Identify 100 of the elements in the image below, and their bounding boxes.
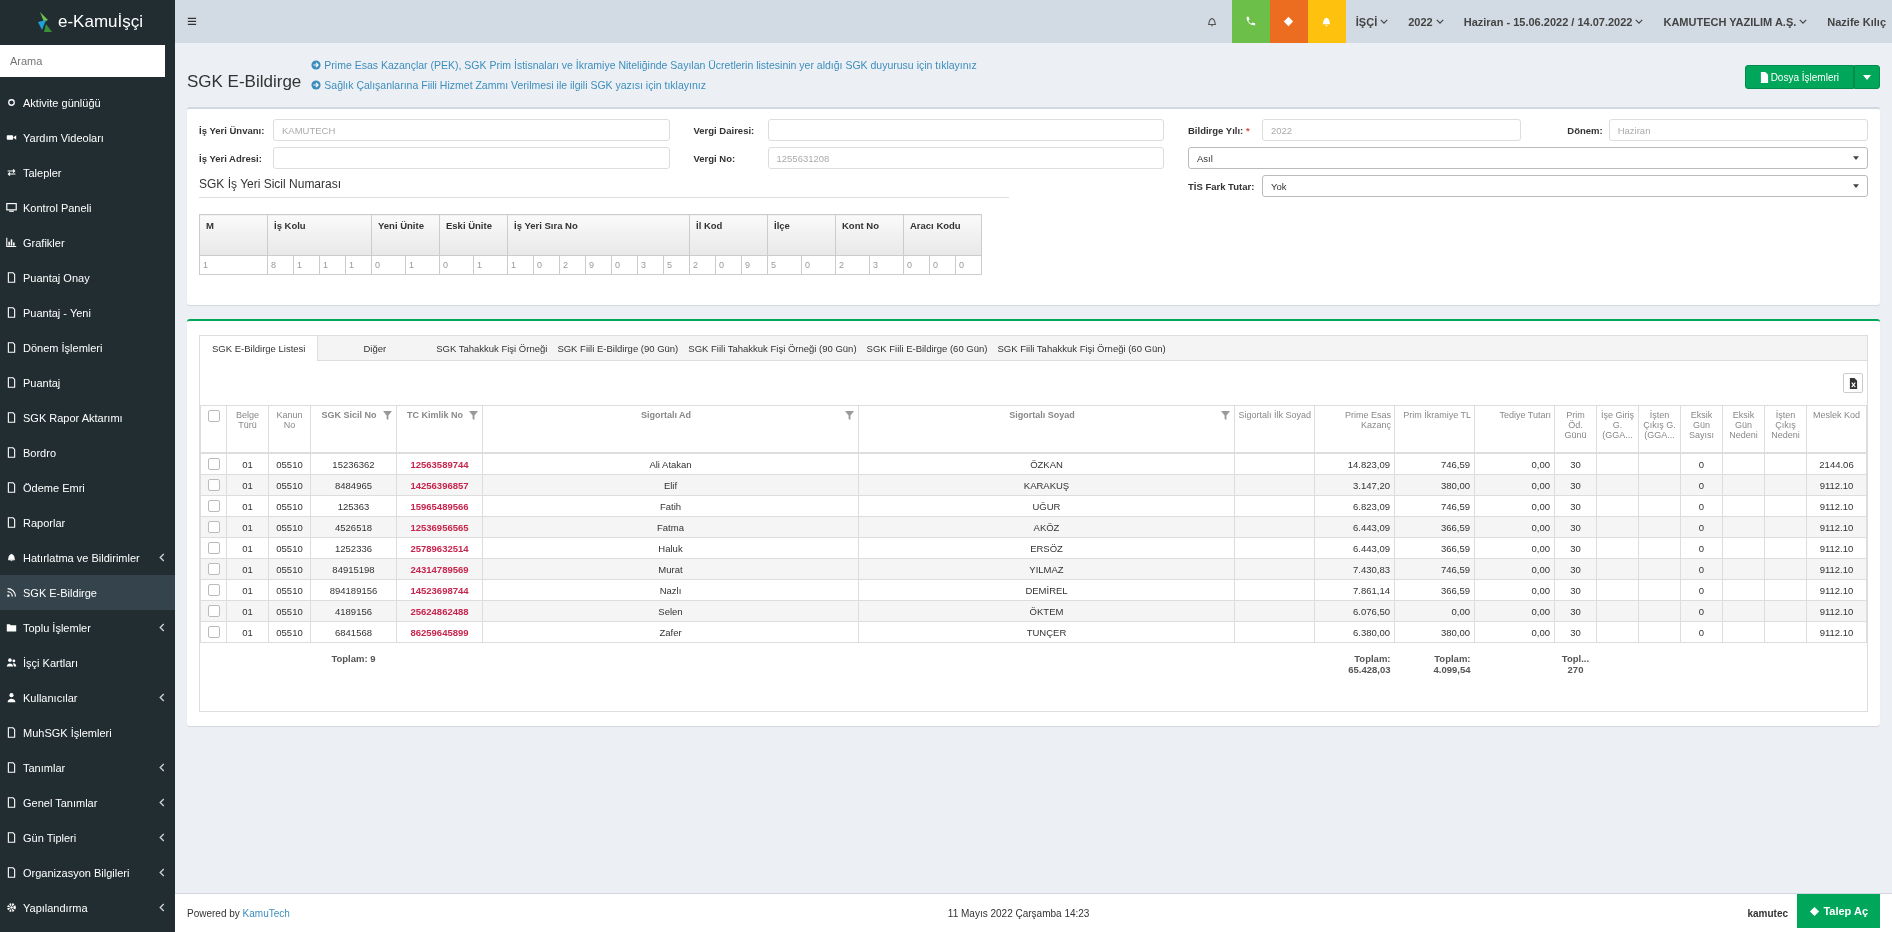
topbar-dropdown[interactable]: İŞÇİ bbox=[1345, 0, 1399, 43]
period-field[interactable]: Haziran bbox=[1608, 119, 1868, 141]
table-cell: 01 bbox=[242, 605, 253, 617]
caret-icon bbox=[1799, 19, 1808, 24]
column-header[interactable]: Belge Türü bbox=[226, 405, 269, 453]
topbar-dropdown[interactable]: 2022 bbox=[1398, 0, 1454, 43]
tab[interactable]: SGK Fiili Tahakkuk Fişi Örneği (90 Gün) bbox=[683, 336, 862, 360]
text-field[interactable] bbox=[273, 147, 670, 169]
sidebar-item[interactable]: Grafikler bbox=[0, 225, 175, 260]
sidebar-item[interactable]: Bordro bbox=[0, 435, 175, 470]
text-field[interactable]: KAMUTECH bbox=[273, 119, 670, 141]
sidebar-item[interactable]: Ödeme Emri bbox=[0, 470, 175, 505]
footer-link[interactable]: KamuTech bbox=[242, 907, 290, 919]
sidebar-item[interactable]: SGK Rapor Aktarımı bbox=[0, 400, 175, 435]
bell-button[interactable] bbox=[1307, 0, 1346, 43]
ticket-button[interactable] bbox=[1269, 0, 1308, 43]
checkbox[interactable] bbox=[207, 500, 220, 513]
tab[interactable]: SGK Tahakkuk Fişi Örneği bbox=[431, 336, 553, 360]
checkbox[interactable] bbox=[207, 584, 220, 597]
tab[interactable]: SGK Fiili Tahakkuk Fişi Örneği (60 Gün) bbox=[992, 336, 1171, 360]
table-cell: 14.823,09 bbox=[1347, 458, 1390, 470]
sidebar-item[interactable]: İşçi Kartları bbox=[0, 645, 175, 680]
sidebar-item[interactable]: Puantaj Onay bbox=[0, 260, 175, 295]
table-cell: 6.076,50 bbox=[1353, 605, 1390, 617]
checkbox[interactable] bbox=[207, 410, 220, 422]
column-header[interactable]: SGK Sicil No bbox=[310, 405, 397, 453]
sidebar-item[interactable]: Yardım Videoları bbox=[0, 120, 175, 155]
column-header[interactable]: Prim İkramiye TL bbox=[1394, 405, 1475, 453]
column-header[interactable]: İşten Çıkış G. (GGA... bbox=[1638, 405, 1681, 453]
sidebar-item[interactable]: Gün Tipleri bbox=[0, 820, 175, 855]
column-header[interactable]: Eksik Gün Sayısı bbox=[1680, 405, 1723, 453]
caret-icon bbox=[1435, 19, 1444, 24]
column-header[interactable]: Tediye Tutarı bbox=[1474, 405, 1555, 453]
dropdown-toggle[interactable] bbox=[1854, 65, 1880, 89]
tab[interactable]: SGK E-Bildirge Listesi bbox=[200, 336, 319, 361]
checkbox[interactable] bbox=[207, 626, 220, 639]
sidebar-item[interactable]: SGK E-Bildirge bbox=[0, 575, 175, 610]
checkbox[interactable] bbox=[207, 521, 220, 534]
table-cell: 0 bbox=[1698, 584, 1705, 596]
sidebar-item[interactable]: Kullanıcılar bbox=[0, 680, 175, 715]
user-menu[interactable]: Nazife Kılıç bbox=[1817, 0, 1892, 43]
table-cell: 01 bbox=[242, 563, 253, 575]
year-field[interactable]: 2022 bbox=[1262, 119, 1522, 141]
sidebar-item[interactable]: Genel Tanımlar bbox=[0, 785, 175, 820]
sidebar-item[interactable]: Hatırlatma ve Bildirimler bbox=[0, 540, 175, 575]
column-header[interactable]: Sigortalı Ad bbox=[482, 405, 859, 453]
total-value: 65.428,03 bbox=[1348, 664, 1391, 675]
checkbox[interactable] bbox=[207, 542, 220, 555]
column-header[interactable]: Sigortalı Soyad bbox=[858, 405, 1235, 453]
circle-icon bbox=[6, 97, 17, 108]
filter-icon[interactable] bbox=[383, 411, 392, 420]
tab[interactable]: SGK Fiili E-Bildirge (60 Gün) bbox=[861, 336, 993, 360]
checkbox[interactable] bbox=[207, 605, 220, 618]
sidebar-item[interactable]: Aktivite günlüğü bbox=[0, 85, 175, 120]
topbar-dropdown[interactable]: Haziran - 15.06.2022 / 14.07.2022 bbox=[1453, 0, 1654, 43]
column-header[interactable]: Prim Öd. Günü bbox=[1554, 405, 1597, 453]
search-field[interactable]: Arama bbox=[0, 45, 165, 77]
tab[interactable]: Diğer bbox=[318, 336, 432, 360]
gear-icon bbox=[6, 902, 17, 913]
text-field[interactable] bbox=[767, 119, 1164, 141]
table-cell: 2144.06 bbox=[1819, 458, 1854, 470]
sidebar-item[interactable]: Toplu İşlemler bbox=[0, 610, 175, 645]
sidebar-item[interactable]: Puantaj - Yeni bbox=[0, 295, 175, 330]
type-select[interactable]: Asıl bbox=[1188, 147, 1868, 169]
sidebar-item[interactable]: Raporlar bbox=[0, 505, 175, 540]
filter-icon[interactable] bbox=[1221, 411, 1230, 420]
field-label: TİS Fark Tutar: bbox=[1188, 180, 1256, 192]
column-header[interactable]: TC Kimlik No bbox=[396, 405, 483, 453]
column-header[interactable]: İşten Çıkış Nedeni bbox=[1764, 405, 1807, 453]
page-title: SGK E-Bildirge bbox=[187, 72, 302, 92]
filter-icon[interactable] bbox=[845, 411, 854, 420]
menu-button[interactable]: ≡ bbox=[175, 0, 209, 43]
sidebar-item[interactable]: Tanımlar bbox=[0, 750, 175, 785]
filter-icon[interactable] bbox=[469, 411, 478, 420]
topbar-dropdown[interactable]: KAMUTECH YAZILIM A.Ş. bbox=[1653, 0, 1818, 43]
table-cell: 30 bbox=[1570, 458, 1581, 470]
sidebar-item[interactable]: Yapılandırma bbox=[0, 890, 175, 925]
sidebar-item[interactable]: Dönem İşlemleri bbox=[0, 330, 175, 365]
column-header[interactable]: Prime Esas Kazanç bbox=[1314, 405, 1395, 453]
checkbox[interactable] bbox=[207, 458, 220, 471]
excel-export-button[interactable] bbox=[1843, 373, 1863, 393]
text-field[interactable]: 1255631208 bbox=[767, 147, 1164, 169]
sidebar-item[interactable]: Organizasyon Bilgileri bbox=[0, 855, 175, 890]
sidebar-item[interactable]: Puantaj bbox=[0, 365, 175, 400]
column-header[interactable]: Kanun No bbox=[268, 405, 311, 453]
checkbox[interactable] bbox=[207, 563, 220, 576]
column-header[interactable]: Meslek Kod bbox=[1806, 405, 1867, 453]
table-cell: 12563589744 bbox=[410, 458, 469, 470]
table-cell: 3.147,20 bbox=[1353, 479, 1390, 491]
sidebar-item[interactable]: Talepler bbox=[0, 155, 175, 190]
tab[interactable]: SGK Fiili E-Bildirge (90 Gün) bbox=[552, 336, 684, 360]
tis-select[interactable]: Yok bbox=[1262, 175, 1868, 197]
checkbox[interactable] bbox=[207, 479, 220, 492]
phone-button[interactable] bbox=[1231, 0, 1270, 43]
sidebar-item[interactable]: Kontrol Paneli bbox=[0, 190, 175, 225]
digit-cell: 1 bbox=[507, 255, 534, 275]
sidebar-item[interactable]: MuhSGK İşlemleri bbox=[0, 715, 175, 750]
column-header[interactable]: İşe Giriş G. (GGA... bbox=[1596, 405, 1639, 453]
column-header[interactable]: Sigortalı İlk Soyad bbox=[1234, 405, 1315, 453]
column-header[interactable]: Eksik Gün Nedeni bbox=[1722, 405, 1765, 453]
